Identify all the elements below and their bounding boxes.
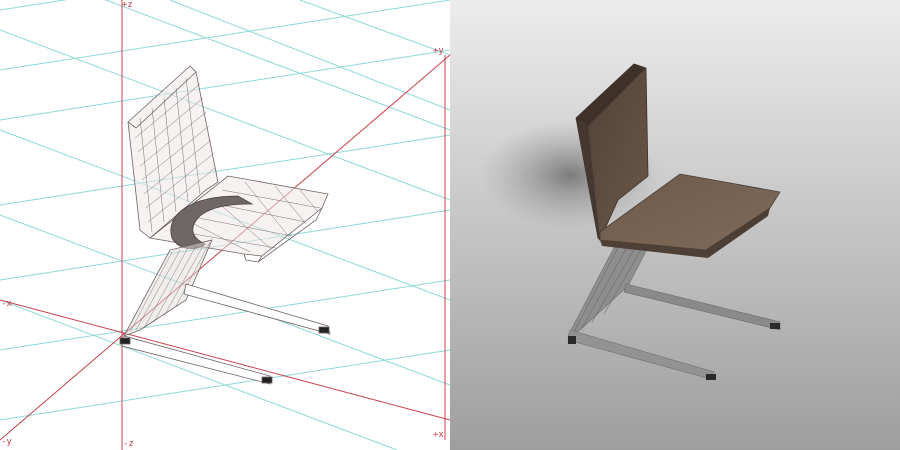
axis-label-plus-x: +x bbox=[433, 430, 444, 440]
render-viewport[interactable] bbox=[450, 0, 900, 450]
render-foot-left bbox=[568, 336, 576, 344]
axis-label-plus-z: +z bbox=[122, 0, 133, 10]
axis-label-minus-y: -y bbox=[1, 437, 12, 447]
wireframe-viewport[interactable]: +z -z +y -y +x -x bbox=[0, 0, 450, 450]
wireframe-canvas[interactable]: +z -z +y -y +x -x bbox=[0, 0, 450, 450]
axis-label-minus-x: -x bbox=[1, 299, 12, 309]
render-canvas[interactable] bbox=[450, 0, 900, 450]
render-foot-rear bbox=[770, 323, 780, 329]
render-foot-front bbox=[706, 374, 716, 380]
wire-rear-rail bbox=[183, 283, 331, 335]
axis-label-plus-y: +y bbox=[433, 46, 444, 56]
wire-foot-left bbox=[119, 337, 131, 345]
axis-label-minus-z: -z bbox=[123, 439, 134, 449]
wire-foot-front bbox=[261, 376, 273, 384]
wire-foot-rear bbox=[318, 326, 330, 334]
wire-front-rail bbox=[121, 335, 271, 385]
wireframe-chair-model[interactable] bbox=[119, 65, 331, 385]
